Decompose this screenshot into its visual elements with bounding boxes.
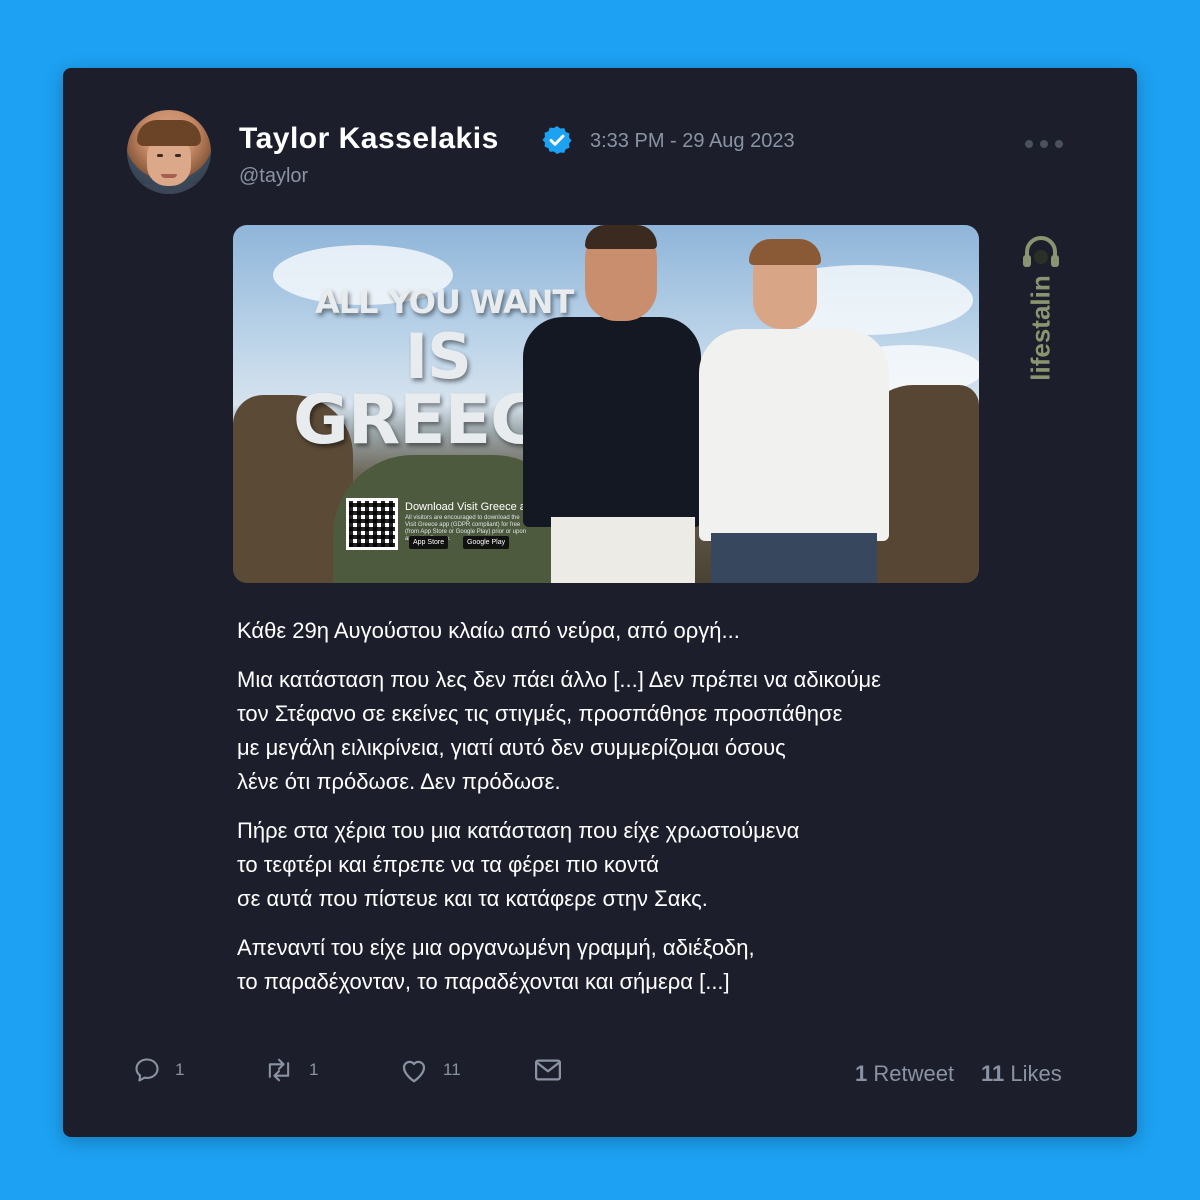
person-right-pants bbox=[711, 533, 877, 583]
download-app-text: Download Visit Greece app bbox=[405, 501, 539, 513]
ad-headline-line3: GREEC bbox=[293, 381, 540, 460]
qr-code-icon bbox=[346, 498, 398, 550]
more-options-icon[interactable] bbox=[1025, 140, 1071, 152]
direct-message-button[interactable] bbox=[533, 1056, 563, 1084]
person-right-hair bbox=[749, 239, 821, 265]
tweet-text-line: τον Στέφανο σε εκείνες τις στιγμές, προσ… bbox=[237, 701, 843, 726]
tweet-text-line: Απεναντί του είχε μια οργανωμένη γραμμή,… bbox=[237, 935, 755, 960]
likes-stat-label: Likes bbox=[1010, 1061, 1062, 1086]
tweet-card: Taylor Kasselakis 3:33 PM - 29 Aug 2023 … bbox=[63, 68, 1137, 1137]
tweet-body: Κάθε 29η Αυγούστου κλαίω από νεύρα, από … bbox=[237, 614, 1037, 1014]
tweet-text-line: το παραδέχονταν, το παραδέχονται και σήμ… bbox=[237, 969, 730, 994]
author-name[interactable]: Taylor Kasselakis bbox=[239, 122, 499, 156]
avatar-eye bbox=[175, 154, 181, 157]
tweet-timestamp[interactable]: 3:33 PM - 29 Aug 2023 bbox=[590, 130, 795, 153]
reply-icon bbox=[135, 1058, 159, 1082]
tweet-paragraph: Μια κατάσταση που λες δεν πάει άλλο [...… bbox=[237, 663, 1037, 799]
person-right-body bbox=[699, 329, 889, 541]
tweet-text-line: σε αυτά που πίστευε και τα κατάφερε στην… bbox=[237, 886, 708, 911]
tweet-text-line: Κάθε 29η Αυγούστου κλαίω από νεύρα, από … bbox=[237, 618, 740, 643]
tweet-text-line: το τεφτέρι και έπρεπε να τα φέρει πιο κο… bbox=[237, 852, 659, 877]
avatar-eye bbox=[157, 154, 163, 157]
more-dot bbox=[1055, 140, 1063, 148]
author-handle[interactable]: @taylor bbox=[239, 165, 308, 188]
google-play-badge: Google Play bbox=[463, 536, 510, 549]
verified-badge-icon bbox=[542, 126, 572, 154]
app-store-badge: App Store bbox=[409, 536, 449, 549]
retweets-stat[interactable]: 1 Retweet bbox=[855, 1061, 954, 1087]
like-count: 11 bbox=[443, 1060, 461, 1079]
retweets-stat-label: Retweet bbox=[873, 1061, 955, 1086]
headphones-icon bbox=[1023, 236, 1059, 267]
tweet-text-line: λένε ότι πρόδωσε. Δεν πρόδωσε. bbox=[237, 769, 561, 794]
heart-icon bbox=[402, 1060, 426, 1083]
avatar[interactable] bbox=[127, 110, 211, 194]
tweet-text-line: Πήρε στα χέρια του μια κατάσταση που είχ… bbox=[237, 818, 800, 843]
retweets-stat-number: 1 bbox=[855, 1061, 868, 1086]
reply-count: 1 bbox=[175, 1060, 185, 1079]
ad-headline-line1: ALL YOU WANT bbox=[315, 283, 574, 321]
retweet-icon bbox=[268, 1058, 290, 1082]
watermark-text: lifestalin bbox=[1025, 275, 1056, 381]
tweet-paragraph: Κάθε 29η Αυγούστου κλαίω από νεύρα, από … bbox=[237, 614, 1037, 648]
more-dot bbox=[1040, 140, 1048, 148]
tweet-text-line: Μια κατάσταση που λες δεν πάει άλλο [...… bbox=[237, 667, 881, 692]
likes-stat-number: 11 bbox=[981, 1061, 1005, 1086]
avatar-mouth bbox=[161, 174, 177, 178]
tweet-paragraph: Πήρε στα χέρια του μια κατάσταση που είχ… bbox=[237, 814, 1037, 916]
reply-button[interactable]: 1 bbox=[133, 1056, 184, 1084]
tweet-text-line: με μεγάλη ειλικρίνεια, γιατί αυτό δεν συ… bbox=[237, 735, 786, 760]
watermark-logo: lifestalin bbox=[1021, 236, 1061, 396]
person-left-hair bbox=[585, 225, 657, 249]
avatar-hair bbox=[137, 120, 201, 146]
tweet-paragraph: Απεναντί του είχε μια οργανωμένη γραμμή,… bbox=[237, 931, 1037, 999]
likes-stat[interactable]: 11 Likes bbox=[981, 1061, 1062, 1087]
tweet-media-image[interactable]: ALL YOU WANT IS GREEC Download Visit Gre… bbox=[233, 225, 979, 583]
more-dot bbox=[1025, 140, 1033, 148]
person-left-pants bbox=[551, 517, 695, 583]
retweet-count: 1 bbox=[309, 1060, 319, 1079]
person-left-body bbox=[523, 317, 701, 527]
retweet-button[interactable]: 1 bbox=[263, 1056, 318, 1084]
like-button[interactable]: 11 bbox=[399, 1056, 461, 1084]
envelope-icon bbox=[535, 1059, 561, 1081]
